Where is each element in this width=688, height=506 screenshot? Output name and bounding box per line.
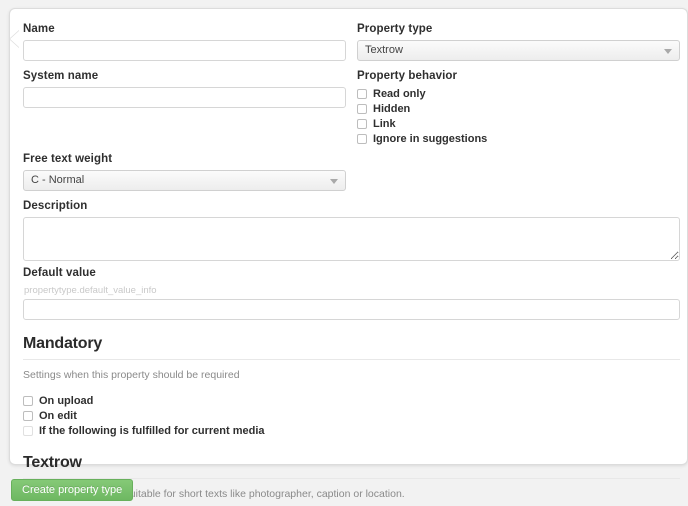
page-root: Name Property type Textrow System name P… <box>0 0 688 506</box>
description-label: Description <box>23 200 88 212</box>
checkbox-on-edit[interactable]: On edit <box>23 409 680 423</box>
checkbox-box-icon <box>23 426 33 436</box>
free-text-weight-selected-value: C - Normal <box>31 174 85 186</box>
checkbox-label: Read only <box>373 88 426 100</box>
section-divider <box>23 359 680 360</box>
property-behavior-label: Property behavior <box>357 70 458 82</box>
checkbox-box-icon <box>357 104 367 114</box>
name-field-group: Name <box>23 22 346 61</box>
checkbox-on-upload[interactable]: On upload <box>23 394 680 408</box>
form-row-free-text-weight: Free text weight C - Normal <box>23 152 680 191</box>
default-value-helper-text: propertytype.default_value_info <box>24 285 157 296</box>
default-value-label: Default value <box>23 267 96 279</box>
checkbox-hidden[interactable]: Hidden <box>357 102 680 116</box>
property-type-field-group: Property type Textrow <box>357 22 680 61</box>
checkbox-label: Link <box>373 118 396 130</box>
chevron-down-icon <box>664 49 672 54</box>
system-name-input[interactable] <box>23 87 346 108</box>
form-row-systemname-behavior: System name Property behavior Read only … <box>23 69 680 147</box>
description-group: Description <box>23 199 680 261</box>
spacer-column <box>357 152 680 191</box>
free-text-weight-select[interactable]: C - Normal <box>23 170 346 191</box>
checkbox-label: If the following is fulfilled for curren… <box>39 425 265 437</box>
checkbox-box-icon <box>357 119 367 129</box>
property-type-popover: Name Property type Textrow System name P… <box>9 8 688 500</box>
textrow-section-title: Textrow <box>23 454 82 471</box>
form-footer: Create property type <box>11 479 134 501</box>
free-text-weight-group: Free text weight C - Normal <box>23 152 346 191</box>
checkbox-label: On upload <box>39 395 94 407</box>
checkbox-box-icon <box>357 89 367 99</box>
description-textarea[interactable] <box>23 217 680 261</box>
property-type-select[interactable]: Textrow <box>357 40 680 61</box>
name-label: Name <box>23 23 55 35</box>
mandatory-section: Mandatory Settings when this property sh… <box>23 334 680 438</box>
checkbox-label: Ignore in suggestions <box>373 133 488 145</box>
mandatory-section-title: Mandatory <box>23 335 103 352</box>
system-name-label: System name <box>23 70 99 82</box>
checkbox-read-only[interactable]: Read only <box>357 87 680 101</box>
property-type-form: Name Property type Textrow System name P… <box>23 22 680 506</box>
chevron-down-icon <box>330 179 338 184</box>
system-name-field-group: System name <box>23 69 346 147</box>
default-value-group: Default value propertytype.default_value… <box>23 266 680 320</box>
create-property-type-button[interactable]: Create property type <box>11 479 134 501</box>
checkbox-box-icon <box>23 396 33 406</box>
default-value-input[interactable] <box>23 299 680 320</box>
name-input[interactable] <box>23 40 346 61</box>
checkbox-box-icon <box>23 411 33 421</box>
free-text-weight-label: Free text weight <box>23 153 113 165</box>
checkbox-link[interactable]: Link <box>357 117 680 131</box>
form-row-name-type: Name Property type Textrow <box>23 22 680 61</box>
property-behavior-group: Property behavior Read only Hidden Link <box>357 69 680 147</box>
checkbox-label: On edit <box>39 410 77 422</box>
popover-arrow-icon <box>10 30 20 48</box>
checkbox-conditional-mandatory[interactable]: If the following is fulfilled for curren… <box>23 424 680 438</box>
property-type-label: Property type <box>357 23 433 35</box>
checkbox-box-icon <box>357 134 367 144</box>
checkbox-ignore-in-suggestions[interactable]: Ignore in suggestions <box>357 132 680 146</box>
property-type-selected-value: Textrow <box>365 44 403 56</box>
mandatory-section-description: Settings when this property should be re… <box>23 369 240 381</box>
checkbox-label: Hidden <box>373 103 411 115</box>
